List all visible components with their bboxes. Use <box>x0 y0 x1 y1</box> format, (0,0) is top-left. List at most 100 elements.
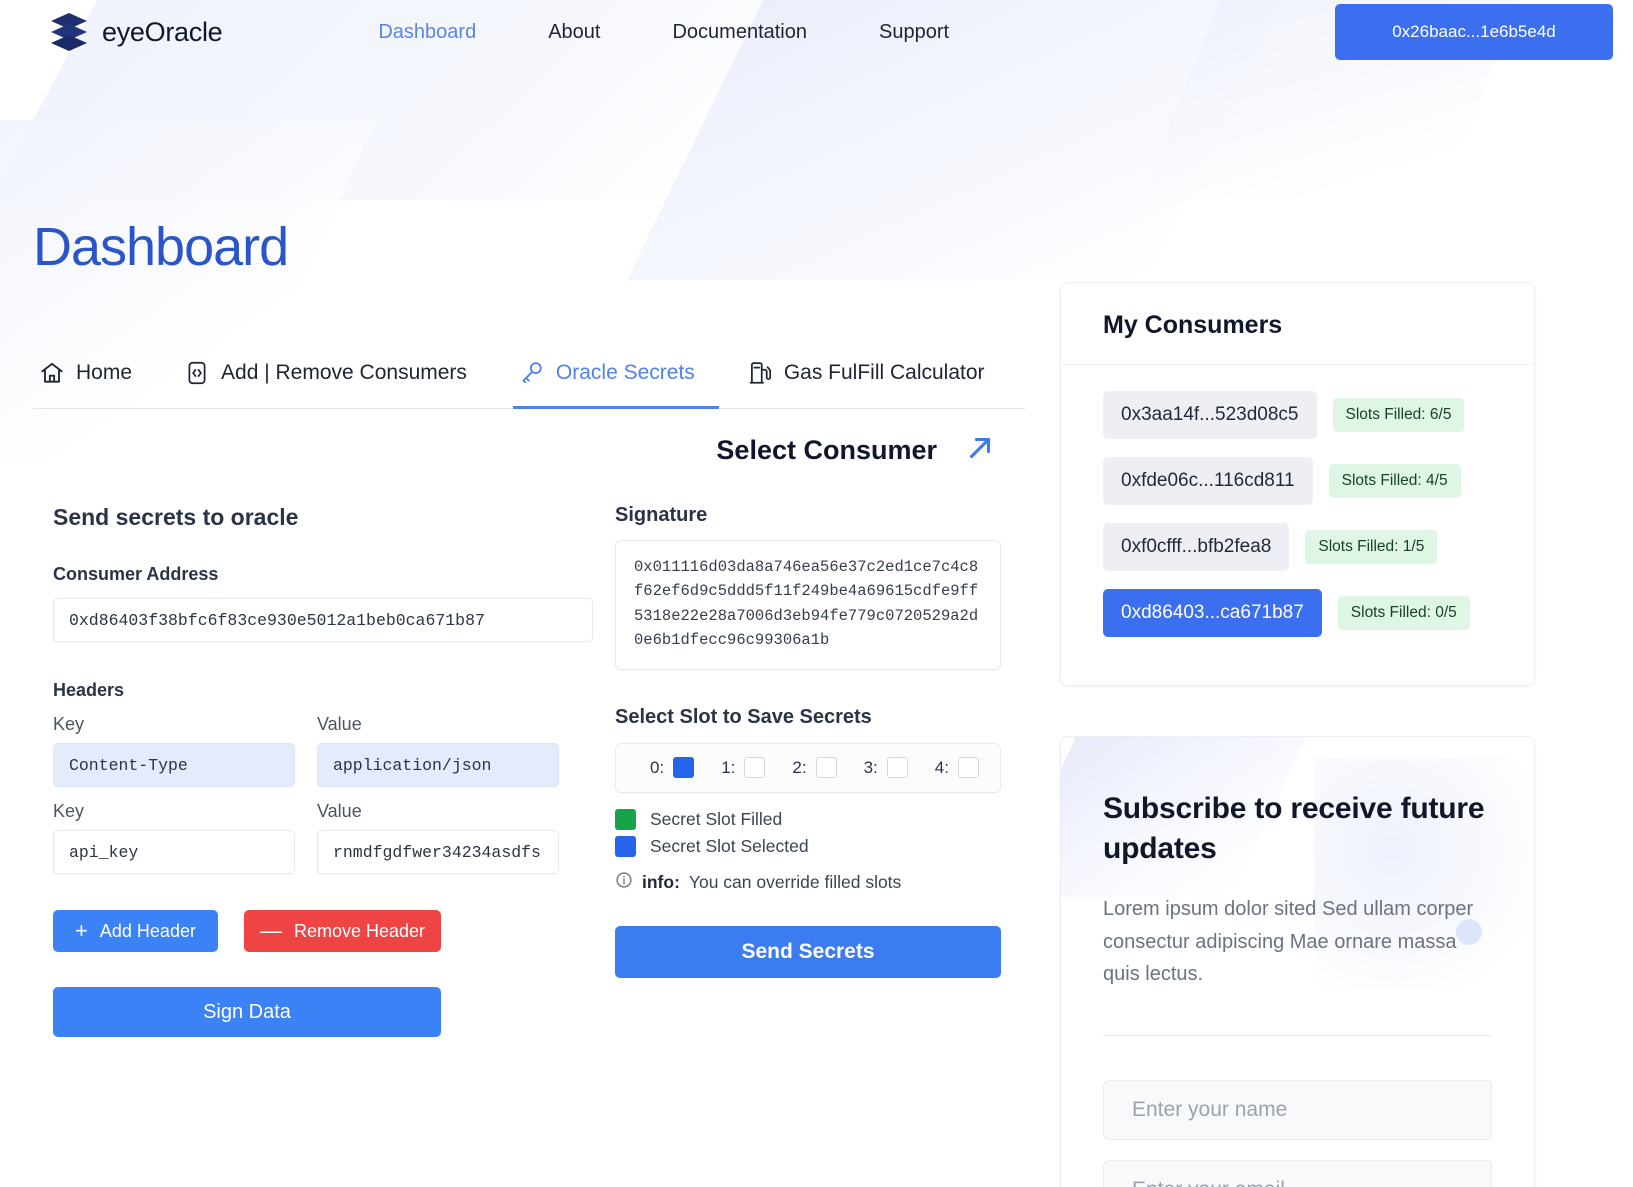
headers-label: Headers <box>53 680 125 700</box>
tab-add-remove-consumers[interactable]: Add | Remove Consumers <box>178 350 491 409</box>
subscribe-divider <box>1103 1035 1492 1037</box>
my-consumers-card: My Consumers 0x3aa14f...523d08c5 Slots F… <box>1060 282 1535 686</box>
signature-value: 0x011116d03da8a746ea56e37c2ed1ce7c4c8f62… <box>615 540 1001 670</box>
stacked-diamond-logo-icon <box>48 11 90 53</box>
select-consumer-title: Select Consumer <box>716 435 937 465</box>
slot-0-index: 0: <box>650 757 665 777</box>
brand-logo[interactable]: eyeOracle <box>48 11 223 53</box>
consumer-address-button-4[interactable]: 0xd86403...ca671b87 <box>1103 589 1322 637</box>
slot-0-checkbox[interactable] <box>673 757 695 779</box>
my-consumers-list: 0x3aa14f...523d08c5 Slots Filled: 6/5 0x… <box>1061 365 1534 685</box>
home-icon <box>39 360 65 386</box>
slot-2-checkbox[interactable] <box>815 757 837 779</box>
subscribe-name-input[interactable] <box>1103 1080 1492 1141</box>
header-action-buttons: + Add Header — Remove Header <box>53 910 593 952</box>
consumer-list-item: 0xd86403...ca671b87 Slots Filled: 0/5 <box>1103 589 1506 637</box>
remove-header-label: Remove Header <box>293 920 426 941</box>
nav-item-documentation[interactable]: Documentation <box>636 21 843 44</box>
header-value-input-2[interactable] <box>317 830 559 874</box>
legend-label-filled: Secret Slot Filled <box>650 808 783 829</box>
value-label-1: Value <box>317 714 362 734</box>
consumer-list-item: 0xf0cfff...bfb2fea8 Slots Filled: 1/5 <box>1103 523 1506 571</box>
my-consumers-header: My Consumers <box>1061 283 1534 365</box>
tab-add-remove-consumers-label: Add | Remove Consumers <box>221 361 467 384</box>
subscribe-email-input[interactable] <box>1103 1160 1492 1187</box>
key-label-2: Key <box>53 801 85 821</box>
slot-1-index: 1: <box>721 757 736 777</box>
send-secrets-button[interactable]: Send Secrets <box>615 925 1001 978</box>
arrow-up-right-icon[interactable] <box>963 431 997 470</box>
slot-4-checkbox[interactable] <box>957 757 979 779</box>
slot-3: 3: <box>863 757 908 779</box>
info-prefix: info: <box>642 871 680 892</box>
nav-item-dashboard[interactable]: Dashboard <box>342 21 512 44</box>
tab-oracle-secrets[interactable]: Oracle Secrets <box>512 350 719 409</box>
header-key-input-1[interactable] <box>53 743 295 787</box>
header-value-label-2: Value <box>317 801 559 874</box>
headers-grid: Key Value Key Value <box>53 714 593 888</box>
secrets-form-left: Send secrets to oracle Consumer Address … <box>33 504 593 1037</box>
tab-gas-fulfill-calculator[interactable]: Gas FulFill Calculator <box>741 350 1009 409</box>
brand-name: eyeOracle <box>102 16 223 47</box>
nav-item-about[interactable]: About <box>512 21 636 44</box>
main-nav: Dashboard About Documentation Support <box>342 21 985 44</box>
legend-item-selected: Secret Slot Selected <box>615 835 1003 857</box>
legend-label-selected: Secret Slot Selected <box>650 835 809 856</box>
value-label-2: Value <box>317 801 362 821</box>
remove-header-button[interactable]: — Remove Header <box>244 910 441 952</box>
gas-pump-icon <box>747 360 773 386</box>
consumer-list-item: 0xfde06c...116cd811 Slots Filled: 4/5 <box>1103 457 1506 505</box>
slot-2: 2: <box>792 757 837 779</box>
legend-swatch-green <box>615 808 636 830</box>
consumer-address-button-3[interactable]: 0xf0cfff...bfb2fea8 <box>1103 523 1290 571</box>
header-value-input-1[interactable] <box>317 743 559 787</box>
slot-1: 1: <box>721 757 766 779</box>
consumer-slots-badge-1: Slots Filled: 6/5 <box>1332 398 1465 432</box>
wallet-address-button[interactable]: 0x26baac...1e6b5e4d <box>1335 4 1613 60</box>
header-key-label-2: Key <box>53 801 295 874</box>
sign-data-button[interactable]: Sign Data <box>53 987 441 1037</box>
page-container: Dashboard Home Add | Remove Consumers Or… <box>0 64 1633 1187</box>
consumer-slots-badge-3: Slots Filled: 1/5 <box>1305 530 1438 564</box>
signature-label: Signature <box>615 504 708 526</box>
select-consumer-header: Select Consumer <box>33 431 1025 470</box>
minus-icon: — <box>259 918 282 943</box>
subscribe-card: Subscribe to receive future updates Lore… <box>1060 736 1535 1187</box>
key-label-1: Key <box>53 714 85 734</box>
key-icon <box>519 360 545 386</box>
secrets-form: Send secrets to oracle Consumer Address … <box>33 504 1030 1037</box>
info-circle-icon <box>615 871 633 894</box>
slot-4-index: 4: <box>934 757 949 777</box>
add-header-label: Add Header <box>99 920 196 941</box>
slot-1-checkbox[interactable] <box>744 757 766 779</box>
consumer-address-label: Consumer Address <box>53 564 219 584</box>
code-brackets-icon <box>184 360 210 386</box>
subscribe-content: Subscribe to receive future updates Lore… <box>1061 737 1534 1187</box>
consumer-address-button-1[interactable]: 0x3aa14f...523d08c5 <box>1103 391 1317 439</box>
slot-3-index: 3: <box>863 757 878 777</box>
my-consumers-title: My Consumers <box>1103 311 1283 339</box>
add-header-button[interactable]: + Add Header <box>53 910 218 952</box>
consumer-slots-badge-2: Slots Filled: 4/5 <box>1328 464 1461 498</box>
slot-0: 0: <box>650 757 695 779</box>
slot-selector: 0: 1: 2: 3: 4: <box>615 742 1001 793</box>
slot-2-index: 2: <box>792 757 807 777</box>
tab-gas-fulfill-calculator-label: Gas FulFill Calculator <box>783 361 985 384</box>
slot-legend: Secret Slot Filled Secret Slot Selected <box>615 808 1003 857</box>
consumer-slots-badge-4: Slots Filled: 0/5 <box>1337 596 1470 630</box>
nav-item-support[interactable]: Support <box>843 21 985 44</box>
consumer-list-item: 0x3aa14f...523d08c5 Slots Filled: 6/5 <box>1103 391 1506 439</box>
header-key-input-2[interactable] <box>53 830 295 874</box>
consumer-address-input[interactable] <box>53 598 593 642</box>
top-navigation-bar: eyeOracle Dashboard About Documentation … <box>0 0 1633 64</box>
slot-3-checkbox[interactable] <box>886 757 908 779</box>
tab-home[interactable]: Home <box>33 350 156 409</box>
info-message: info: You can override filled slots <box>615 871 1003 894</box>
slot-4: 4: <box>934 757 979 779</box>
info-text: You can override filled slots <box>688 871 902 892</box>
right-sidebar: My Consumers 0x3aa14f...523d08c5 Slots F… <box>1030 64 1590 1187</box>
consumer-address-button-2[interactable]: 0xfde06c...116cd811 <box>1103 457 1313 505</box>
tab-home-label: Home <box>76 361 133 384</box>
plus-icon: + <box>75 918 88 943</box>
header-key-label-1: Key <box>53 714 295 787</box>
